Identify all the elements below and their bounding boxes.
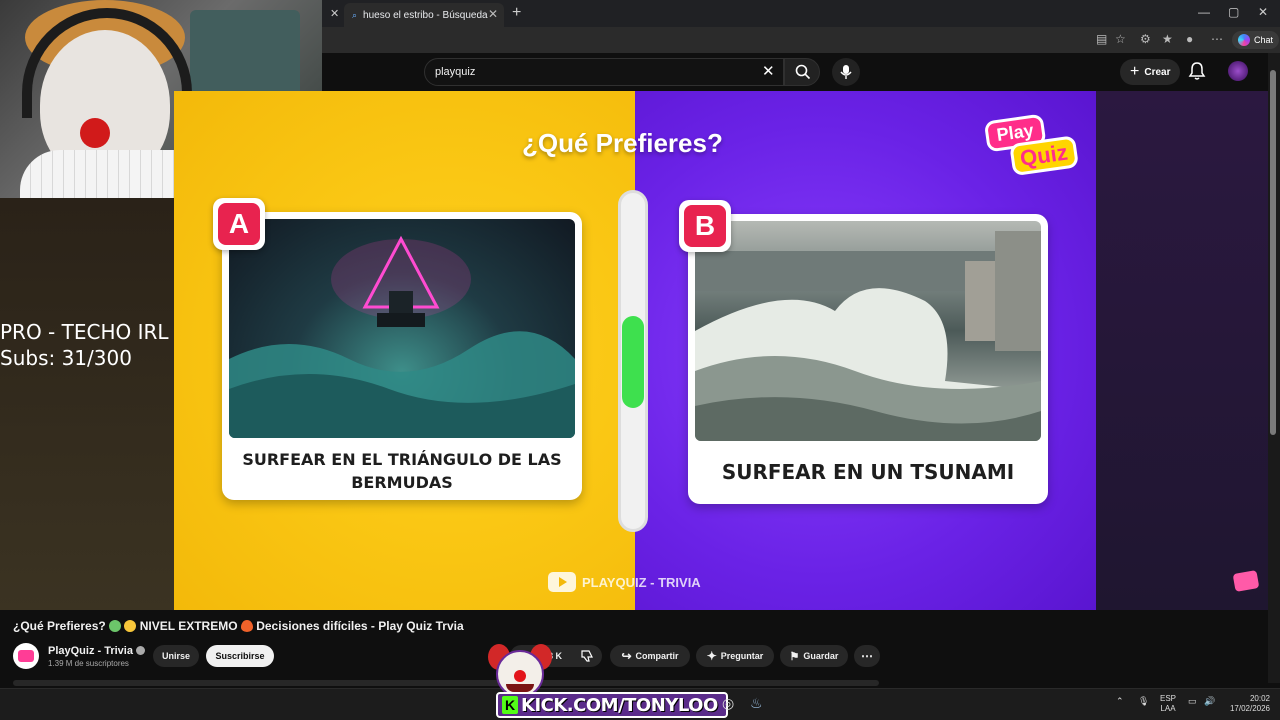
subscriber-count: 1.39 M de suscriptores bbox=[48, 659, 129, 668]
description-box[interactable] bbox=[13, 680, 879, 686]
screen: ✕ ⌕ hueso el estribo - Búsqueda ✕ + — ▢ … bbox=[0, 0, 1280, 720]
clock-date: 17/02/2026 bbox=[1229, 704, 1270, 713]
subscribe-button[interactable]: Suscribirse bbox=[206, 645, 274, 667]
tab-close-icon[interactable]: ✕ bbox=[488, 7, 498, 21]
tab-title: hueso el estribo - Búsqueda bbox=[363, 9, 488, 21]
scream-face-emoji-icon bbox=[124, 620, 137, 632]
taskbar-clock[interactable]: 20:02 17/02/2026 bbox=[1222, 694, 1270, 714]
more-actions-button[interactable]: ⋯ bbox=[854, 645, 880, 667]
timer-bar-fill bbox=[622, 316, 644, 408]
option-a-label: SURFEAR EN EL TRIÁNGULO DE LAS BERMUDAS bbox=[242, 450, 562, 492]
dislike-icon[interactable] bbox=[580, 649, 594, 663]
channel-avatar[interactable] bbox=[13, 643, 39, 669]
player-right-area bbox=[1096, 91, 1268, 610]
channel-name[interactable]: PlayQuiz - Trivia bbox=[48, 645, 145, 657]
clown-nose bbox=[514, 670, 526, 682]
maximize-button[interactable]: ▢ bbox=[1228, 5, 1239, 19]
video-title-part3: Decisiones difíciles - Play Quiz Trvia bbox=[256, 619, 464, 633]
option-a-badge-letter: A bbox=[218, 203, 260, 245]
question-title: ¿Qué Prefieres? bbox=[522, 128, 723, 158]
new-tab-button[interactable]: + bbox=[512, 4, 521, 22]
microphone-tray-icon[interactable]: 🎙 bbox=[1138, 696, 1149, 707]
video-title: ¿Qué Prefieres? NIVEL EXTREMO Decisiones… bbox=[13, 619, 464, 633]
more-menu-icon[interactable]: ⋯ bbox=[1211, 32, 1223, 46]
layout-code: LAA bbox=[1160, 704, 1176, 713]
create-button[interactable]: + Crear bbox=[1120, 59, 1181, 85]
search-icon bbox=[795, 64, 811, 80]
option-b-badge: B bbox=[679, 200, 731, 252]
steam-taskbar-icon[interactable]: ♨ bbox=[750, 695, 768, 713]
create-label: Crear bbox=[1144, 66, 1171, 78]
reader-icon[interactable]: ▤ bbox=[1096, 32, 1107, 46]
volume-icon[interactable]: 🔊 bbox=[1204, 696, 1215, 707]
microphone-icon bbox=[840, 65, 852, 79]
tsunami-scene bbox=[695, 231, 1041, 441]
save-button[interactable]: ⚑ Guardar bbox=[780, 645, 848, 667]
favorites-icon[interactable]: ★ bbox=[1162, 32, 1173, 46]
copilot-chat-button[interactable]: Chat bbox=[1232, 31, 1280, 49]
option-b-label: SURFEAR EN UN TSUNAMI bbox=[721, 460, 1015, 484]
notifications-bell-icon[interactable] bbox=[1188, 61, 1206, 81]
option-a-image bbox=[229, 219, 575, 438]
ask-button[interactable]: ✦ Preguntar bbox=[696, 645, 774, 667]
network-icon[interactable]: ▭ bbox=[1188, 696, 1197, 707]
playquiz-logo: Play Quiz bbox=[980, 108, 1079, 189]
verified-icon bbox=[135, 646, 145, 655]
share-icon: ↪ bbox=[621, 649, 632, 663]
join-button[interactable]: Unirse bbox=[153, 645, 199, 667]
search-tab-icon: ⌕ bbox=[352, 9, 358, 20]
search-input[interactable]: playquiz bbox=[424, 58, 784, 86]
kick-logo-icon: K bbox=[502, 696, 518, 714]
stream-goal-title: PRO - TECHO IRL bbox=[0, 320, 169, 344]
clock-time: 20:02 bbox=[1249, 694, 1270, 703]
taskbar-app-icon[interactable]: ◎ bbox=[722, 695, 740, 713]
scrollbar-thumb[interactable] bbox=[1270, 70, 1276, 435]
search-input-value: playquiz bbox=[435, 66, 476, 78]
clear-search-icon[interactable]: ✕ bbox=[762, 62, 775, 80]
player-left-area bbox=[0, 198, 174, 610]
youtube-logo-icon bbox=[548, 572, 576, 592]
sparkle-icon: ✦ bbox=[706, 649, 717, 663]
channel-name-text: PlayQuiz - Trivia bbox=[48, 645, 133, 657]
account-avatar[interactable] bbox=[1228, 61, 1248, 81]
tray-expand-icon[interactable]: ⌃ bbox=[1116, 696, 1124, 707]
clown-mouth bbox=[506, 684, 534, 692]
voice-search-button[interactable] bbox=[832, 58, 860, 86]
more-dots-icon: ⋯ bbox=[861, 649, 873, 663]
close-window-button[interactable]: ✕ bbox=[1258, 5, 1268, 19]
channel-watermark: PLAYQUIZ - TRIVIA bbox=[548, 572, 701, 592]
extensions-icon[interactable]: ⚙ bbox=[1140, 32, 1151, 46]
kick-banner: K KICK.COM/TONYLOO bbox=[496, 692, 728, 718]
share-button[interactable]: ↪ Compartir bbox=[610, 645, 690, 667]
stream-subs-counter: Subs: 31/300 bbox=[0, 346, 132, 370]
profile-extension-icon[interactable]: ● bbox=[1186, 32, 1193, 46]
bookmark-icon: ⚑ bbox=[789, 650, 800, 663]
search-button[interactable] bbox=[784, 58, 820, 86]
save-label: Guardar bbox=[803, 651, 839, 661]
option-a-badge: A bbox=[213, 198, 265, 250]
watermark-text: PLAYQUIZ - TRIVIA bbox=[582, 574, 701, 590]
plus-icon: + bbox=[1130, 63, 1140, 80]
tab-search[interactable]: ⌕ hueso el estribo - Búsqueda ✕ bbox=[344, 3, 504, 27]
ask-label: Preguntar bbox=[720, 651, 764, 661]
option-b-badge-letter: B bbox=[684, 205, 726, 247]
input-language[interactable]: ESP LAA bbox=[1160, 694, 1176, 714]
favorite-star-icon[interactable]: ☆ bbox=[1115, 32, 1126, 46]
video-title-part1: ¿Qué Prefieres? bbox=[13, 619, 106, 633]
share-label: Compartir bbox=[635, 651, 679, 661]
lang-code: ESP bbox=[1160, 694, 1177, 703]
option-b-image bbox=[695, 221, 1041, 441]
prev-tab-close-icon[interactable]: ✕ bbox=[330, 7, 339, 20]
kick-url: KICK.COM/TONYLOO bbox=[521, 694, 718, 716]
chat-label: Chat bbox=[1254, 35, 1274, 45]
webcam-clown-nose bbox=[80, 118, 110, 148]
minimize-button[interactable]: — bbox=[1198, 5, 1210, 19]
copilot-icon bbox=[1238, 34, 1250, 46]
sick-face-emoji-icon bbox=[109, 620, 122, 632]
video-title-part2: NIVEL EXTREMO bbox=[139, 619, 238, 633]
bermuda-scene bbox=[229, 235, 575, 438]
fire-emoji-icon bbox=[240, 620, 253, 632]
